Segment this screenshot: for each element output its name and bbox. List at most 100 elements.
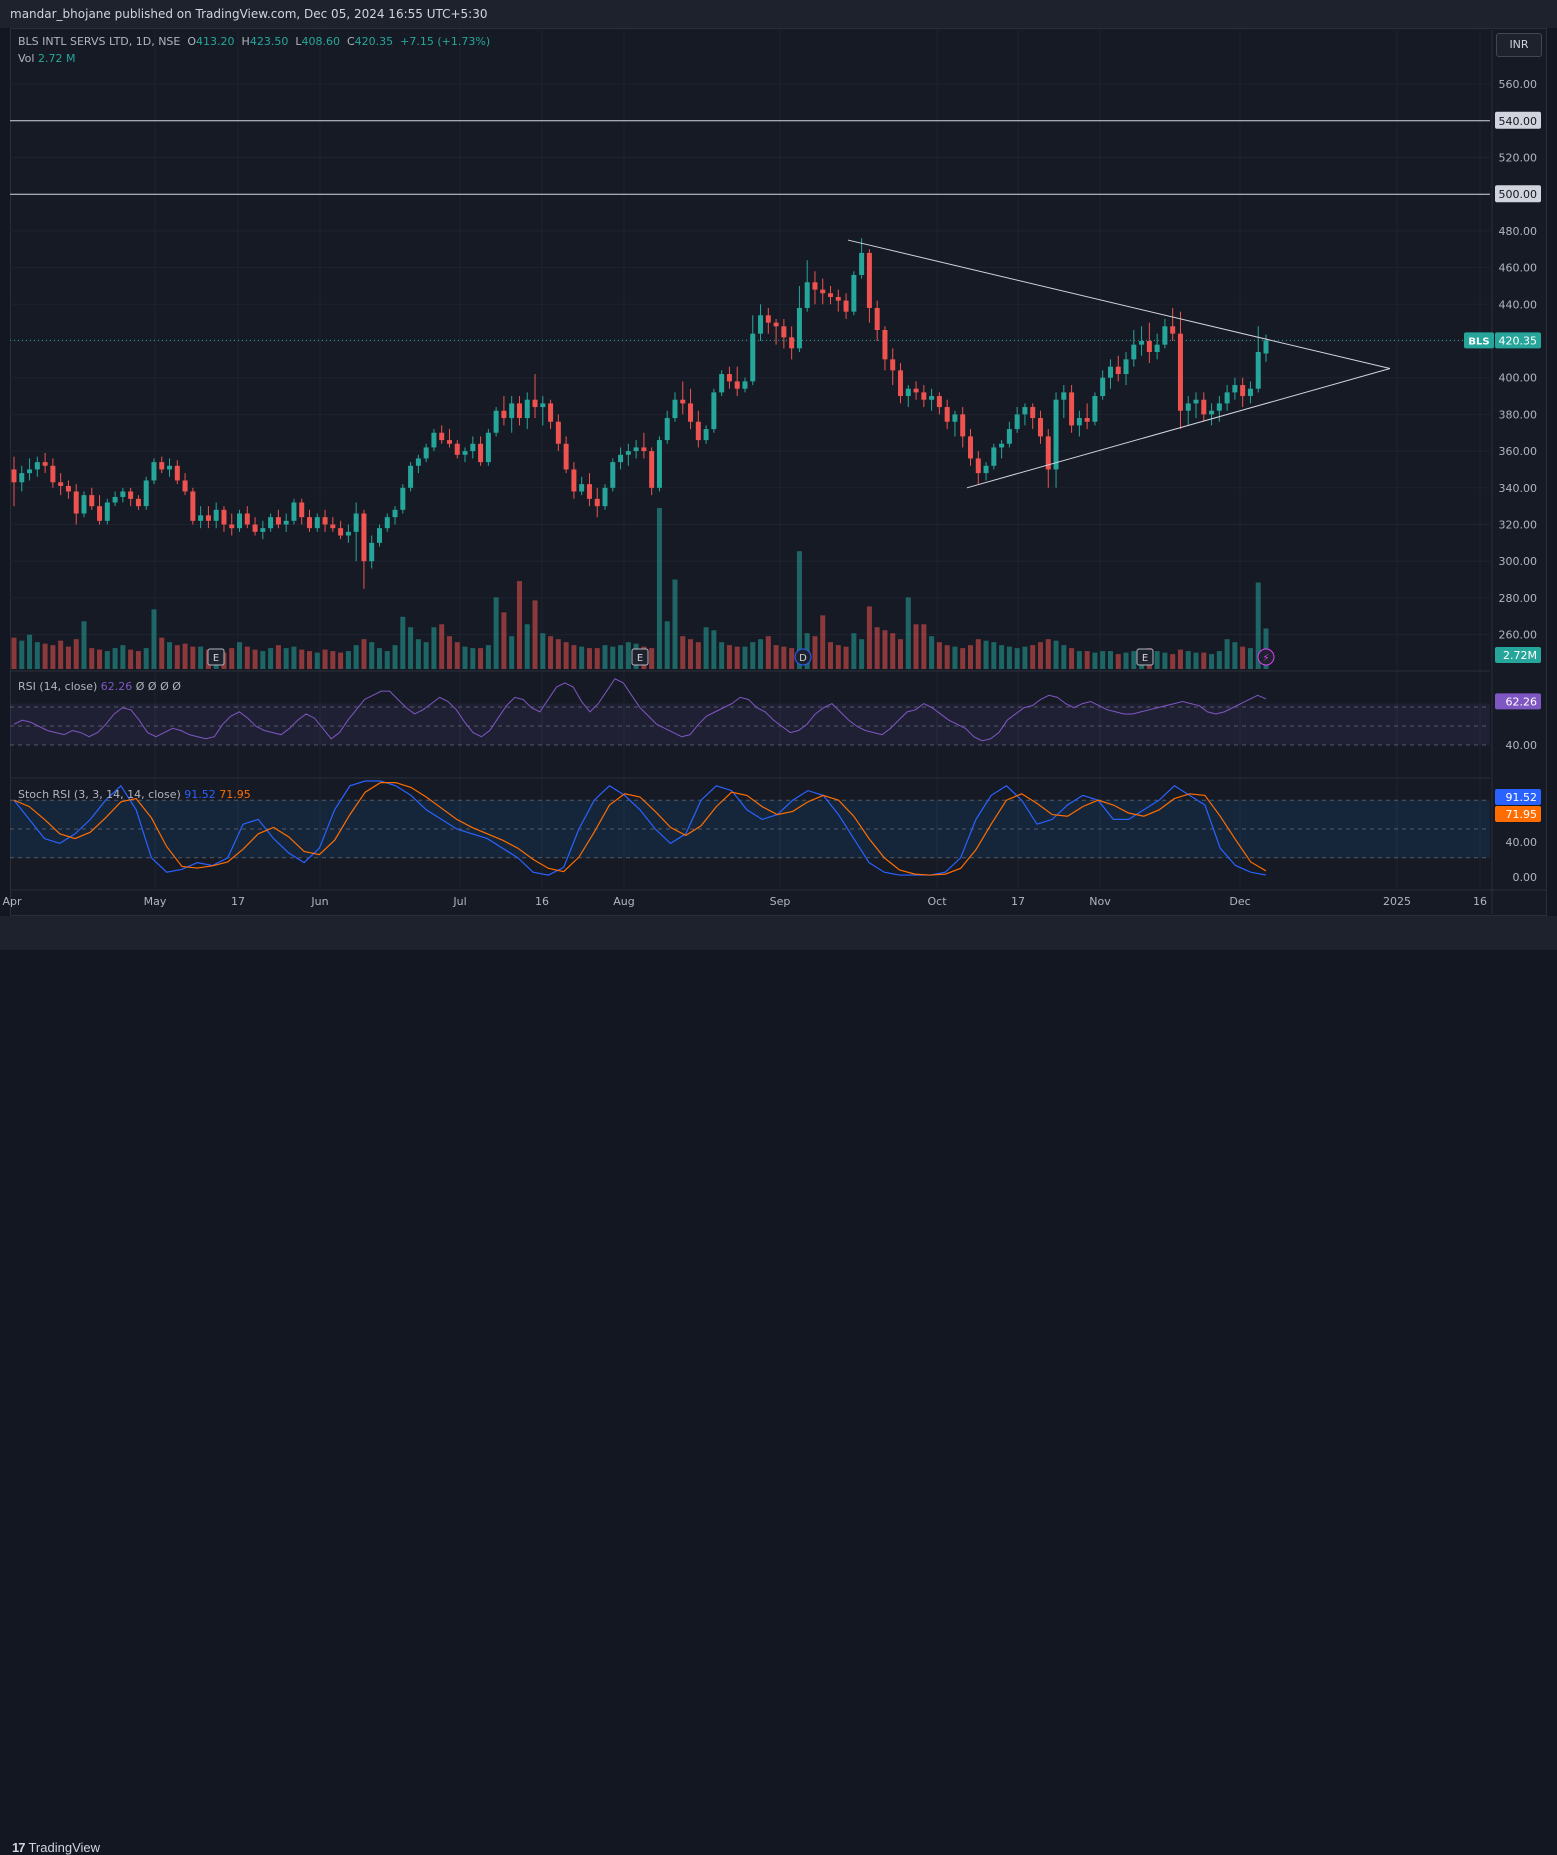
volume-bar	[19, 640, 25, 669]
volume-bar	[921, 624, 927, 669]
event-label: D	[799, 653, 807, 664]
volume-bar	[423, 642, 429, 669]
volume-bar	[758, 639, 764, 669]
volume-bar	[478, 648, 484, 669]
volume-bar	[151, 609, 157, 669]
stoch-axis-tick: 0.00	[1513, 871, 1538, 884]
stoch-d-tag: 71.95	[1506, 808, 1538, 821]
candle-body	[1170, 326, 1176, 334]
price-axis-tick: 380.00	[1499, 408, 1538, 421]
volume-bar	[563, 642, 569, 669]
volume-bar	[112, 648, 118, 669]
volume-bar	[143, 648, 149, 669]
volume-bar	[1092, 652, 1098, 669]
volume-bar	[330, 651, 336, 669]
volume-bar	[65, 646, 71, 669]
footer-bar: 17 TradingView	[0, 916, 1557, 1855]
volume-bar	[1185, 651, 1191, 669]
price-axis-tick: 540.00	[1499, 115, 1538, 128]
candle-body	[703, 429, 709, 441]
volume-bar	[913, 624, 919, 669]
time-axis-label: Nov	[1089, 895, 1111, 908]
candle-body	[1263, 340, 1269, 354]
change-value: +7.15 (+1.73%)	[400, 35, 491, 48]
volume-bar	[244, 646, 250, 669]
candle-body	[882, 329, 888, 360]
price-axis-tick: 320.00	[1499, 519, 1538, 532]
stoch-axis-tick: 40.00	[1506, 836, 1538, 849]
volume-bar	[27, 634, 33, 669]
candle-body	[610, 462, 616, 488]
candle-body	[758, 315, 764, 334]
tradingview-logo-text: TradingView	[28, 1840, 101, 1855]
candle-body	[548, 403, 554, 422]
volume-bar	[524, 624, 530, 669]
candle-body	[182, 480, 188, 492]
volume-tag: 2.72M	[1503, 649, 1537, 662]
candle-body	[34, 462, 40, 470]
candle-body	[221, 509, 227, 525]
candle-body	[804, 282, 810, 308]
volume-bar	[167, 642, 173, 669]
price-axis-tick: 460.00	[1499, 262, 1538, 275]
candle-body	[11, 469, 17, 483]
volume-bar	[734, 646, 740, 669]
volume-bar	[1100, 651, 1106, 669]
volume-bar	[190, 646, 196, 669]
candle-body	[1022, 407, 1028, 415]
candle-body	[330, 524, 336, 529]
candle-body	[268, 517, 274, 529]
volume-bar	[532, 600, 538, 669]
volume-bar	[1131, 651, 1137, 669]
currency-button[interactable]: INR	[1496, 33, 1542, 57]
candle-body	[680, 399, 686, 404]
candle-body	[874, 307, 880, 330]
volume-bar	[649, 648, 655, 669]
candle-body	[229, 524, 235, 529]
candle-body	[1100, 377, 1106, 397]
candle-body	[540, 403, 546, 408]
candle-body	[260, 528, 266, 532]
candle-body	[773, 322, 779, 327]
volume-bar	[719, 642, 725, 669]
volume-bar	[1014, 648, 1020, 669]
volume-bar	[1154, 651, 1160, 669]
candle-body	[213, 509, 219, 521]
time-axis-label: Apr	[2, 895, 22, 908]
volume-bar	[835, 645, 841, 669]
price-axis-tick: 520.00	[1499, 152, 1538, 165]
candle-body	[1139, 341, 1145, 345]
volume-bar	[1201, 652, 1207, 669]
high-value: 423.50	[249, 35, 289, 48]
volume-bar	[1177, 649, 1183, 669]
volume-bar	[859, 639, 865, 669]
volume-bar	[680, 636, 686, 669]
low-value: 408.60	[301, 35, 340, 48]
symbol-legend: BLS INTL SERVS LTD, 1D, NSE O413.20 H423…	[18, 35, 490, 48]
volume-bar	[307, 651, 313, 669]
chart-canvas[interactable]: E E D E ⚡ 560.00 540.00 520.00 500.00 480.00 460.0…	[0, 0, 1557, 950]
volume-bar	[50, 645, 56, 669]
volume-bar	[369, 642, 375, 669]
candle-body	[967, 436, 973, 459]
symbol-title: BLS INTL SERVS LTD, 1D, NSE	[18, 35, 181, 48]
high-label: H	[241, 35, 250, 48]
candle-body	[1154, 344, 1160, 353]
volume-bar	[516, 581, 522, 669]
volume-bar	[540, 633, 546, 669]
volume-bar	[97, 649, 103, 669]
volume-bar	[34, 642, 40, 669]
volume-bar	[400, 616, 406, 669]
volume-bar	[602, 645, 608, 669]
time-axis-label: 17	[1011, 895, 1025, 908]
volume-bar	[1216, 651, 1222, 669]
volume-bar	[820, 615, 826, 669]
candle-body	[1053, 399, 1059, 470]
candle-body	[726, 374, 732, 382]
candle-body	[695, 421, 701, 441]
time-axis-label: Aug	[613, 895, 634, 908]
candle-body	[1076, 418, 1082, 426]
candle-body	[205, 515, 211, 521]
time-axis-label: 16	[1473, 895, 1487, 908]
candle-body	[291, 502, 297, 521]
